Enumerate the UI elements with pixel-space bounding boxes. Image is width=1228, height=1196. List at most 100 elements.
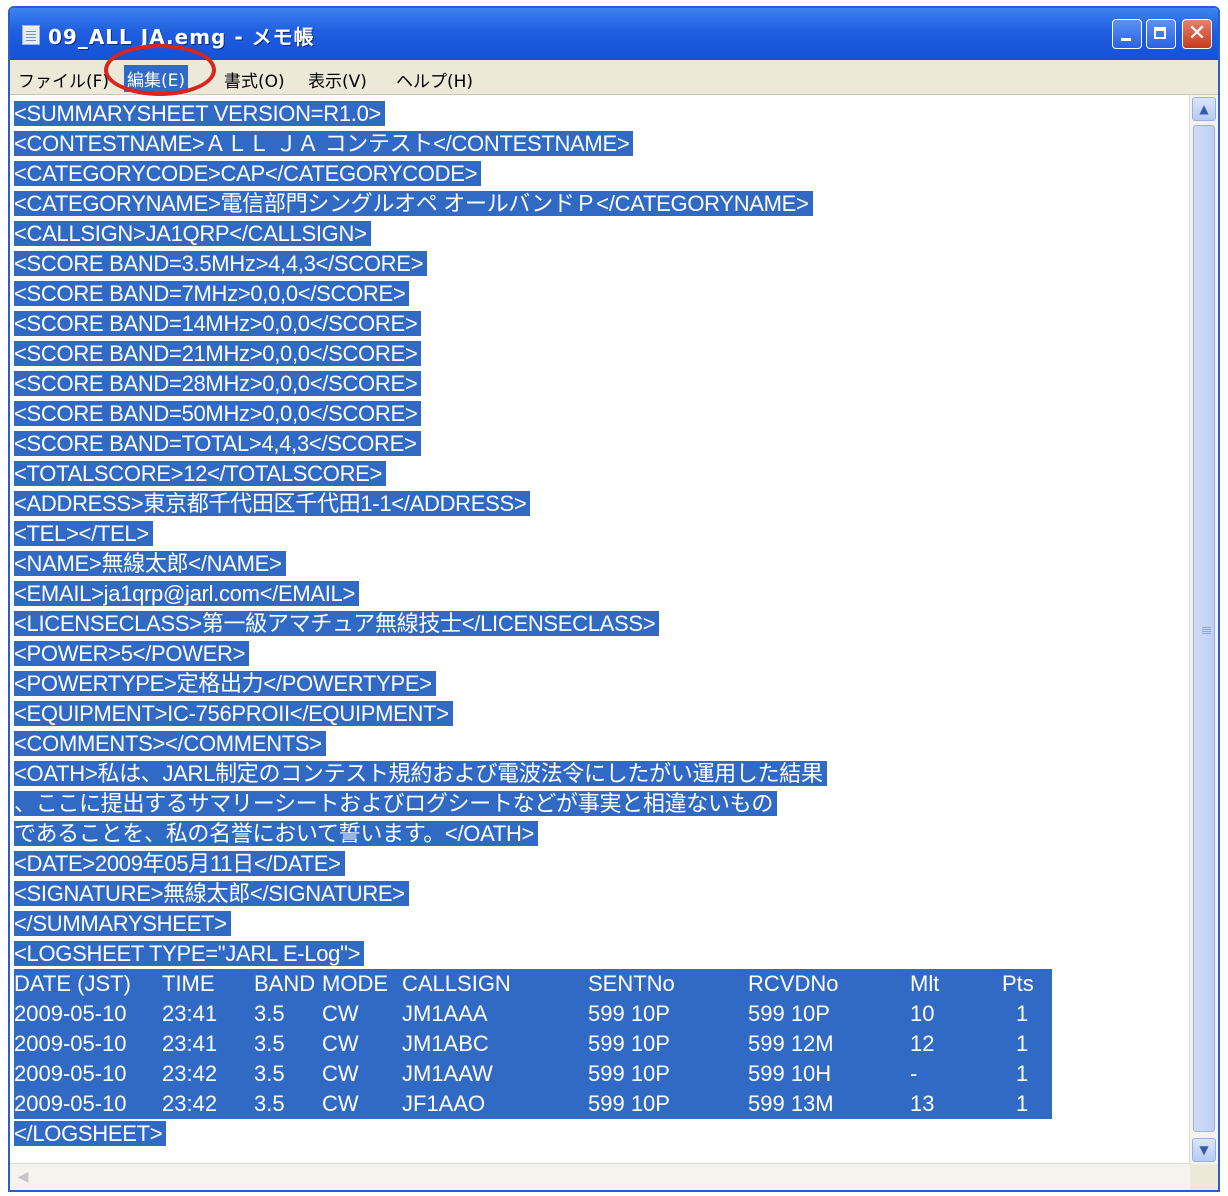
text-line: <SCORE BAND=50MHz>0,0,0</SCORE>	[14, 399, 1052, 429]
vertical-scrollbar[interactable]: ▲ ▼	[1189, 95, 1218, 1164]
text-line: であることを、私の名誉において誓います。</OATH>	[14, 819, 1052, 849]
text-line: <CATEGORYCODE>CAP</CATEGORYCODE>	[14, 159, 1052, 189]
log-sent: 599 10P	[588, 1091, 670, 1116]
log-row: 2009-05-10 23:42 3.5 CW JM1AAW 599 10P 5…	[14, 1059, 1052, 1089]
menu-bar: ファイル(F) 編集(E) 書式(O) 表示(V) ヘルプ(H)	[10, 60, 1218, 95]
text-line: <POWERTYPE>定格出力</POWERTYPE>	[14, 669, 1052, 699]
text-line: <CONTESTNAME>ＡＬＬ ＪＡ コンテスト</CONTESTNAME>	[14, 129, 1052, 159]
close-button[interactable]: ✕	[1182, 19, 1212, 49]
text-line: <OATH>私は、JARL制定のコンテスト規約および電波法令にしたがい運用した結…	[14, 759, 1052, 789]
log-header-mode: MODE	[322, 971, 388, 996]
log-header-sent: SENTNo	[588, 971, 675, 996]
close-icon: ✕	[1187, 21, 1207, 46]
menu-format[interactable]: 書式(O)	[224, 67, 285, 92]
log-time: 23:42	[162, 1061, 218, 1086]
text-line: <SCORE BAND=21MHz>0,0,0</SCORE>	[14, 339, 1052, 369]
log-rcvd: 599 12M	[748, 1031, 834, 1056]
scroll-up-icon[interactable]: ▲	[1192, 97, 1216, 121]
log-mode: CW	[322, 1031, 359, 1056]
maximize-button[interactable]	[1146, 19, 1176, 49]
log-band: 3.5	[254, 1001, 285, 1026]
text-line: <LICENSECLASS>第一級アマチュア無線技士</LICENSECLASS…	[14, 609, 1052, 639]
log-band: 3.5	[254, 1091, 285, 1116]
log-header-mlt: Mlt	[910, 971, 940, 996]
log-band: 3.5	[254, 1031, 285, 1056]
title-bar[interactable]: 09_ALL JA.emg - メモ帳 ✕	[10, 8, 1218, 60]
text-editor-area[interactable]: <SUMMARYSHEET VERSION=R1.0> <CONTESTNAME…	[10, 95, 1190, 1164]
log-callsign: JM1ABC	[402, 1031, 489, 1056]
menu-file[interactable]: ファイル(F)	[18, 67, 109, 92]
log-callsign: JM1AAA	[402, 1001, 488, 1026]
log-date: 2009-05-10	[14, 1031, 127, 1056]
notepad-window: 09_ALL JA.emg - メモ帳 ✕ ファイル(F) 編集(E) 書式(O…	[8, 6, 1220, 1192]
log-rcvd: 599 10P	[748, 1001, 830, 1026]
text-line: <CALLSIGN>JA1QRP</CALLSIGN>	[14, 219, 1052, 249]
text-line: <DATE>2009年05月11日</DATE>	[14, 849, 1052, 879]
menu-view[interactable]: 表示(V)	[308, 67, 367, 92]
log-header-date: DATE (JST)	[14, 971, 131, 996]
log-mlt: 12	[910, 1031, 935, 1056]
text-line: <SCORE BAND=3.5MHz>4,4,3</SCORE>	[14, 249, 1052, 279]
log-header-row: DATE (JST) TIME BAND MODE CALLSIGN SENTN…	[14, 969, 1052, 999]
log-pts: 1	[1016, 1031, 1029, 1056]
log-mlt: -	[910, 1061, 918, 1086]
log-time: 23:41	[162, 1031, 218, 1056]
text-line: <SCORE BAND=28MHz>0,0,0</SCORE>	[14, 369, 1052, 399]
text-line: <SIGNATURE>無線太郎</SIGNATURE>	[14, 879, 1052, 909]
text-line: <POWER>5</POWER>	[14, 639, 1052, 669]
log-time: 23:41	[162, 1001, 218, 1026]
text-line: 、ここに提出するサマリーシートおよびログシートなどが事実と相違ないもの	[14, 789, 1052, 819]
notepad-icon	[22, 25, 40, 45]
scroll-thumb[interactable]	[1193, 125, 1215, 1132]
log-mode: CW	[322, 1001, 359, 1026]
text-line: <LOGSHEET TYPE="JARL E-Log">	[14, 939, 1052, 969]
log-date: 2009-05-10	[14, 1091, 127, 1116]
log-mode: CW	[322, 1091, 359, 1116]
text-line: <NAME>無線太郎</NAME>	[14, 549, 1052, 579]
text-line: <SCORE BAND=14MHz>0,0,0</SCORE>	[14, 309, 1052, 339]
log-mlt: 13	[910, 1091, 935, 1116]
log-pts: 1	[1016, 1061, 1029, 1086]
minimize-button[interactable]	[1112, 19, 1142, 49]
log-callsign: JF1AAO	[402, 1091, 486, 1116]
text-line: </SUMMARYSHEET>	[14, 909, 1052, 939]
text-line: <SCORE BAND=TOTAL>4,4,3</SCORE>	[14, 429, 1052, 459]
scroll-left-icon[interactable]: ◀	[12, 1166, 34, 1188]
text-line: <TEL></TEL>	[14, 519, 1052, 549]
log-header-time: TIME	[162, 971, 215, 996]
text-line: <ADDRESS>東京都千代田区千代田1-1</ADDRESS>	[14, 489, 1052, 519]
log-header-callsign: CALLSIGN	[402, 971, 511, 996]
menu-edit[interactable]: 編集(E)	[124, 65, 189, 92]
log-header-band: BAND	[254, 971, 316, 996]
horizontal-scrollbar[interactable]: ◀	[10, 1163, 1190, 1190]
log-rcvd: 599 10H	[748, 1061, 832, 1086]
menu-help[interactable]: ヘルプ(H)	[396, 67, 473, 92]
log-sent: 599 10P	[588, 1001, 670, 1026]
log-row: 2009-05-10 23:42 3.5 CW JF1AAO 599 10P 5…	[14, 1089, 1052, 1119]
text-line: <TOTALSCORE>12</TOTALSCORE>	[14, 459, 1052, 489]
text-line: <COMMENTS></COMMENTS>	[14, 729, 1052, 759]
log-sent: 599 10P	[588, 1031, 670, 1056]
log-callsign: JM1AAW	[402, 1061, 493, 1086]
log-header-rcvd: RCVDNo	[748, 971, 839, 996]
log-pts: 1	[1016, 1091, 1029, 1116]
log-rcvd: 599 13M	[748, 1091, 834, 1116]
text-line: <CATEGORYNAME>電信部門シングルオペ オールバンドＰ</CATEGO…	[14, 189, 1052, 219]
size-grip[interactable]	[1190, 1164, 1218, 1190]
scroll-down-icon[interactable]: ▼	[1192, 1138, 1216, 1162]
text-line: <EMAIL>ja1qrp@jarl.com</EMAIL>	[14, 579, 1052, 609]
log-mlt: 10	[910, 1001, 935, 1026]
log-header-pts: Pts	[1002, 971, 1034, 996]
text-line: </LOGSHEET>	[14, 1119, 1052, 1149]
log-mode: CW	[322, 1061, 359, 1086]
document-text: <SUMMARYSHEET VERSION=R1.0> <CONTESTNAME…	[14, 99, 1052, 1149]
text-line: <EQUIPMENT>IC-756PROII</EQUIPMENT>	[14, 699, 1052, 729]
log-row: 2009-05-10 23:41 3.5 CW JM1AAA 599 10P 5…	[14, 999, 1052, 1029]
log-date: 2009-05-10	[14, 1061, 127, 1086]
log-date: 2009-05-10	[14, 1001, 127, 1026]
text-line: <SCORE BAND=7MHz>0,0,0</SCORE>	[14, 279, 1052, 309]
log-sent: 599 10P	[588, 1061, 670, 1086]
log-band: 3.5	[254, 1061, 285, 1086]
log-row: 2009-05-10 23:41 3.5 CW JM1ABC 599 10P 5…	[14, 1029, 1052, 1059]
log-pts: 1	[1016, 1001, 1029, 1026]
